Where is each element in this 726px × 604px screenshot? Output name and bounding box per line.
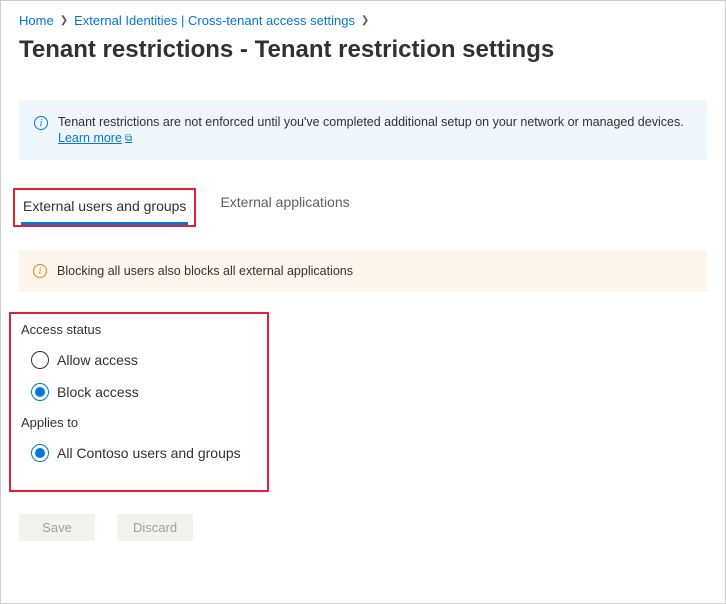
highlight-annotation-settings: Access status Allow access Block access …	[9, 312, 269, 492]
radio-allow-access-label: Allow access	[57, 352, 138, 368]
radio-allow-access[interactable]: Allow access	[31, 351, 257, 369]
external-link-icon: ⧉	[125, 133, 132, 144]
radio-all-users-groups-label: All Contoso users and groups	[57, 445, 241, 461]
discard-button[interactable]: Discard	[117, 514, 193, 541]
save-button[interactable]: Save	[19, 514, 95, 541]
radio-block-access-label: Block access	[57, 384, 139, 400]
learn-more-link[interactable]: Learn more ⧉	[58, 131, 132, 145]
applies-to-label: Applies to	[21, 415, 257, 430]
radio-block-access[interactable]: Block access	[31, 383, 257, 401]
info-banner-text: Tenant restrictions are not enforced unt…	[58, 115, 684, 129]
tab-external-users-groups[interactable]: External users and groups	[21, 192, 188, 225]
warning-icon: i	[33, 264, 47, 278]
breadcrumb: Home ❯ External Identities | Cross-tenan…	[19, 13, 707, 28]
tabs: External users and groups External appli…	[19, 188, 707, 228]
highlight-annotation-tab: External users and groups	[13, 188, 196, 227]
breadcrumb-home[interactable]: Home	[19, 13, 54, 28]
chevron-right-icon: ❯	[361, 15, 369, 26]
chevron-right-icon: ❯	[60, 15, 68, 26]
warning-banner-text: Blocking all users also blocks all exter…	[57, 264, 353, 278]
footer-buttons: Save Discard	[19, 514, 707, 541]
warning-banner: i Blocking all users also blocks all ext…	[19, 250, 707, 292]
info-banner: i Tenant restrictions are not enforced u…	[19, 100, 707, 160]
radio-icon	[31, 444, 49, 462]
radio-all-users-groups[interactable]: All Contoso users and groups	[31, 444, 257, 462]
tab-external-applications[interactable]: External applications	[218, 188, 351, 227]
access-status-label: Access status	[21, 322, 257, 337]
radio-icon	[31, 351, 49, 369]
info-icon: i	[34, 116, 48, 130]
radio-icon	[31, 383, 49, 401]
breadcrumb-external-identities[interactable]: External Identities | Cross-tenant acces…	[74, 13, 355, 28]
page-title: Tenant restrictions - Tenant restriction…	[19, 36, 707, 64]
